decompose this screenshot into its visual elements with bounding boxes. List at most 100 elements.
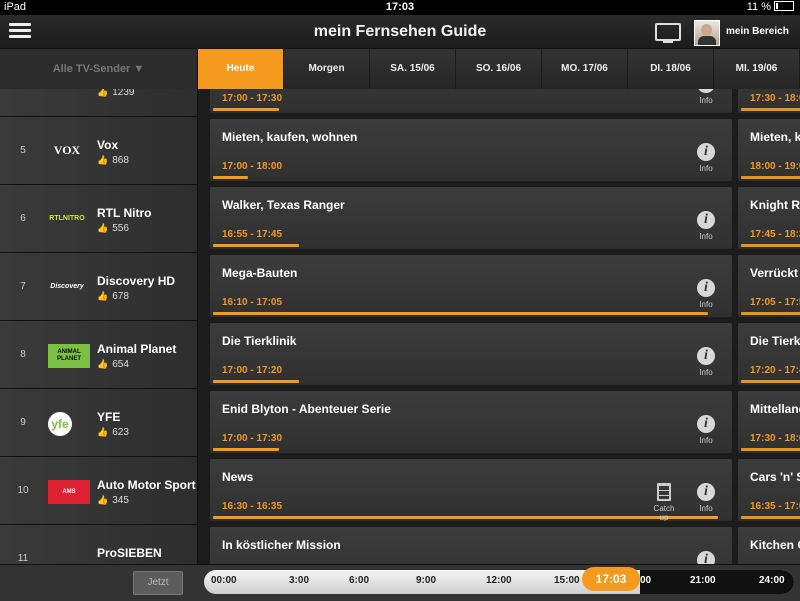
- bottom-bar: Jetzt 00 21:00 24:00 00:00 3:00 6:00 9:00 12:0…: [0, 564, 800, 601]
- channel-row[interactable]: 4RTLRTL👍1239: [0, 89, 197, 117]
- tab-day-3[interactable]: SO. 16/06: [456, 49, 542, 89]
- tab-day-5[interactable]: DI. 18/06: [628, 49, 714, 89]
- program-card[interactable]: News 16:30 - 16:35 i Info Catch up: [210, 459, 732, 521]
- channel-row[interactable]: 8 ANIMAL PLANET Animal Planet 👍 654: [0, 321, 197, 389]
- channel-row[interactable]: 6 RTLNITRO RTL Nitro 👍 556: [0, 185, 197, 253]
- program-time: 16:35 - 17:00: [750, 501, 800, 512]
- program-card-next[interactable]: Knight Ri 17:45 - 18:35: [738, 187, 800, 249]
- channel-likes: 👍 556: [97, 223, 129, 234]
- like-count: 678: [112, 291, 129, 302]
- channel-row[interactable]: 10 AMS Auto Motor Sport 👍 345: [0, 457, 197, 525]
- info-label: Info: [699, 368, 713, 377]
- info-icon: i: [697, 279, 715, 297]
- info-button[interactable]: i Info: [692, 347, 720, 377]
- timeline-tick: 24:00: [759, 575, 785, 586]
- channel-filter-dropdown[interactable]: Alle TV-Sender ▼: [0, 49, 198, 89]
- program-card[interactable]: Enid Blyton - Abenteuer Serie 17:00 - 17:…: [210, 391, 732, 453]
- info-button[interactable]: iInfo: [692, 483, 720, 513]
- program-card[interactable]: Walker, Texas Ranger 16:55 - 17:45 i Info: [210, 187, 732, 249]
- timeline-tick: 00: [640, 575, 652, 586]
- jetzt-button[interactable]: Jetzt: [133, 571, 183, 595]
- channel-number: 11: [17, 553, 29, 564]
- channel-row[interactable]: 7 Discovery Discovery HD 👍 678: [0, 253, 197, 321]
- program-title: Mieten, kaufen, wohnen: [222, 130, 358, 144]
- info-button[interactable]: iInfo: [692, 415, 720, 445]
- timeline-tick: 3:00: [289, 575, 310, 586]
- avatar[interactable]: [694, 20, 720, 46]
- channel-name: Discovery HD: [97, 274, 176, 288]
- info-button[interactable]: iInfo: [692, 279, 720, 309]
- program-card[interactable]: 17:00 - 17:30 i Info: [210, 89, 732, 113]
- program-card-next[interactable]: Cars 'n' S 16:35 - 17:00: [738, 459, 800, 521]
- program-card-next[interactable]: Die Tierk 17:20 - 17:45: [738, 323, 800, 385]
- channel-likes: 👍 654: [97, 359, 129, 370]
- info-icon: i: [697, 347, 715, 365]
- current-time-handle[interactable]: 17:03: [582, 567, 640, 591]
- film-icon: [657, 483, 671, 501]
- time-slider[interactable]: 00 21:00 24:00 00:00 3:00 6:00 9:00 12:00 15:00: [204, 570, 794, 594]
- channel-logo-icon: VOX: [53, 142, 81, 157]
- thumbs-up-icon: 👍: [97, 89, 109, 97]
- program-card[interactable]: Die Tierklinik 17:00 - 17:20 i Info: [210, 323, 732, 385]
- channel-list: 4RTLRTL👍12395VOXVox👍8686RTLNITRORTL Nitr…: [0, 89, 198, 564]
- program-progress-bar: [213, 244, 299, 247]
- channel-number: 9: [20, 417, 26, 428]
- program-card-next[interactable]: Kitchen C: [738, 527, 800, 564]
- channel-likes: 👍 1239: [97, 89, 134, 98]
- program-time: 17:05 - 17:55: [750, 297, 800, 308]
- channel-row[interactable]: 11 ProSIEBEN: [0, 525, 197, 564]
- program-grid: 17:00 - 17:30iInfoMieten, kaufen, wohnen…: [198, 89, 800, 564]
- channel-logo-icon: AMS: [48, 480, 90, 504]
- program-title: Mittelland: [750, 402, 800, 416]
- like-count: 654: [112, 359, 129, 370]
- program-card-next[interactable]: 17:30 - 18:00: [738, 89, 800, 113]
- program-time: 17:00 - 17:30: [222, 433, 283, 444]
- like-count: 556: [112, 223, 129, 234]
- program-progress-bar: [741, 244, 800, 247]
- thumbs-up-icon: 👍: [97, 291, 109, 301]
- timeline-tick: 15:00: [554, 575, 580, 586]
- channel-likes: 👍 345: [97, 495, 129, 506]
- program-time: 17:30 - 18:00: [750, 93, 800, 104]
- program-card[interactable]: Mega-Bauten 16:10 - 17:05 i Info: [210, 255, 732, 317]
- catchup-button[interactable]: Catch up: [648, 483, 680, 521]
- program-time: 17:00 - 17:20: [222, 365, 283, 376]
- tv-icon[interactable]: [655, 23, 681, 43]
- program-progress-bar: [741, 312, 800, 315]
- tab-day-0[interactable]: Heute: [198, 49, 284, 89]
- channel-name: Animal Planet: [97, 342, 177, 356]
- program-time: 17:00 - 18:00: [222, 161, 283, 172]
- thumbs-up-icon: 👍: [97, 495, 109, 505]
- info-button[interactable]: iInfo: [692, 211, 720, 241]
- program-card-next[interactable]: Verrückt 17:05 - 17:55: [738, 255, 800, 317]
- thumbs-up-icon: 👍: [97, 223, 109, 233]
- program-card[interactable]: In köstlicher Mission iInfo: [210, 527, 732, 564]
- info-button[interactable]: iInfo: [692, 551, 720, 564]
- tab-day-1[interactable]: Morgen: [284, 49, 370, 89]
- tab-day-6[interactable]: MI. 19/06: [714, 49, 800, 89]
- program-title: Kitchen C: [750, 538, 800, 552]
- program-title: Mieten, k: [750, 130, 800, 144]
- channel-number: 6: [20, 213, 26, 224]
- channel-number: 5: [20, 145, 26, 156]
- thumbs-up-icon: 👍: [97, 359, 109, 369]
- program-card-next[interactable]: Mittelland 17:30 - 18:00: [738, 391, 800, 453]
- channel-row[interactable]: 5 VOX Vox 👍 868: [0, 117, 197, 185]
- program-title: Die Tierklinik: [222, 334, 297, 348]
- channel-row[interactable]: 9 yfe YFE 👍 623: [0, 389, 197, 457]
- battery-percent: 11 %: [746, 1, 771, 13]
- channel-name: RTL Nitro: [97, 206, 152, 220]
- channel-name: Vox: [97, 138, 119, 152]
- tab-day-2[interactable]: SA. 15/06: [370, 49, 456, 89]
- info-button[interactable]: iInfo: [692, 89, 720, 105]
- tab-day-4[interactable]: MO. 17/06: [542, 49, 628, 89]
- program-title: Enid Blyton - Abenteuer Serie: [222, 402, 391, 416]
- channel-likes: 👍 623: [97, 427, 129, 438]
- info-icon: i: [697, 89, 715, 93]
- my-area-link[interactable]: mein Bereich: [726, 26, 789, 37]
- program-card[interactable]: Mieten, kaufen, wohnen 17:00 - 18:00 i Info: [210, 119, 732, 181]
- info-label: Info: [699, 164, 713, 173]
- catchup-label: Catch up: [653, 504, 675, 521]
- info-button[interactable]: iInfo: [692, 143, 720, 173]
- program-card-next[interactable]: Mieten, k 18:00 - 19:00: [738, 119, 800, 181]
